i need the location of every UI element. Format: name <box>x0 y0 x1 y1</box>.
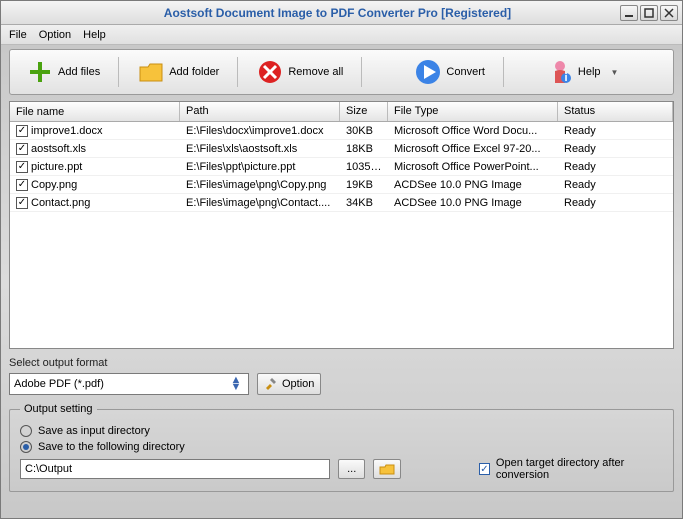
table-row[interactable]: ✓Copy.png E:\Files\image\png\Copy.png19KB… <box>10 176 673 194</box>
add-files-button[interactable]: Add files <box>16 54 110 90</box>
output-legend: Output setting <box>20 403 97 415</box>
save-as-input-label: Save as input directory <box>38 425 150 437</box>
cell-size: 19KB <box>340 178 388 192</box>
cell-name: Contact.png <box>31 197 90 209</box>
row-checkbox[interactable]: ✓ <box>16 143 28 155</box>
cell-type: Microsoft Office Excel 97-20... <box>388 142 558 156</box>
remove-all-button[interactable]: Remove all <box>246 54 353 90</box>
help-label: Help <box>578 66 601 78</box>
output-settings: Output setting Save as input directory S… <box>9 403 674 492</box>
cell-status: Ready <box>558 160 673 174</box>
cell-path: E:\Files\xls\aostsoft.xls <box>180 142 340 156</box>
svg-text:i: i <box>564 72 567 84</box>
table-row[interactable]: ✓picture.ppt E:\Files\ppt\picture.ppt1035… <box>10 158 673 176</box>
option-label: Option <box>282 378 314 390</box>
maximize-button[interactable] <box>640 5 658 21</box>
cell-name: picture.ppt <box>31 161 82 173</box>
output-path-input[interactable]: C:\Output <box>20 459 330 479</box>
row-checkbox[interactable]: ✓ <box>16 125 28 137</box>
convert-label: Convert <box>446 66 485 78</box>
row-checkbox[interactable]: ✓ <box>16 179 28 191</box>
menu-file[interactable]: File <box>9 29 27 41</box>
titlebar: Aostsoft Document Image to PDF Converter… <box>1 1 682 25</box>
open-folder-button[interactable] <box>373 459 400 479</box>
add-folder-label: Add folder <box>169 66 219 78</box>
col-header-name[interactable]: File name <box>10 102 180 121</box>
row-checkbox[interactable]: ✓ <box>16 161 28 173</box>
col-header-type[interactable]: File Type <box>388 102 558 121</box>
row-checkbox[interactable]: ✓ <box>16 197 28 209</box>
save-to-following-label: Save to the following directory <box>38 441 185 453</box>
remove-all-label: Remove all <box>288 66 343 78</box>
remove-icon <box>256 58 284 86</box>
open-target-label: Open target directory after conversion <box>496 457 663 481</box>
cell-type: Microsoft Office PowerPoint... <box>388 160 558 174</box>
stepper-icon: ▲▼ <box>228 377 244 391</box>
convert-icon <box>414 58 442 86</box>
menu-option[interactable]: Option <box>39 29 71 41</box>
cell-type: Microsoft Office Word Docu... <box>388 124 558 138</box>
cell-path: E:\Files\image\png\Copy.png <box>180 178 340 192</box>
chevron-down-icon: ▼ <box>611 68 619 77</box>
cell-size: 18KB <box>340 142 388 156</box>
tools-icon <box>264 376 278 393</box>
add-files-icon <box>26 58 54 86</box>
cell-name: aostsoft.xls <box>31 143 86 155</box>
table-row[interactable]: ✓improve1.docx E:\Files\docx\improve1.doc… <box>10 122 673 140</box>
close-button[interactable] <box>660 5 678 21</box>
cell-type: ACDSee 10.0 PNG Image <box>388 178 558 192</box>
cell-status: Ready <box>558 178 673 192</box>
add-folder-button[interactable]: Add folder <box>127 54 229 90</box>
add-files-label: Add files <box>58 66 100 78</box>
cell-path: E:\Files\image\png\Contact.... <box>180 196 340 210</box>
cell-name: Copy.png <box>31 179 77 191</box>
cell-status: Ready <box>558 196 673 210</box>
cell-size: 34KB <box>340 196 388 210</box>
option-button[interactable]: Option <box>257 373 321 395</box>
help-button[interactable]: i Help ▼ <box>536 54 629 90</box>
col-header-path[interactable]: Path <box>180 102 340 121</box>
cell-type: ACDSee 10.0 PNG Image <box>388 196 558 210</box>
menubar: File Option Help <box>1 25 682 45</box>
table-row[interactable]: ✓aostsoft.xls E:\Files\xls\aostsoft.xls18… <box>10 140 673 158</box>
convert-button[interactable]: Convert <box>404 54 495 90</box>
folder-icon <box>137 58 165 86</box>
cell-status: Ready <box>558 124 673 138</box>
col-header-size[interactable]: Size <box>340 102 388 121</box>
cell-name: improve1.docx <box>31 125 103 137</box>
window-title: Aostsoft Document Image to PDF Converter… <box>55 6 620 20</box>
table-row[interactable]: ✓Contact.png E:\Files\image\png\Contact..… <box>10 194 673 212</box>
minimize-button[interactable] <box>620 5 638 21</box>
cell-size: 1035KB <box>340 160 388 174</box>
browse-button[interactable]: ... <box>338 459 365 479</box>
format-selected: Adobe PDF (*.pdf) <box>14 378 104 390</box>
cell-status: Ready <box>558 142 673 156</box>
col-header-status[interactable]: Status <box>558 102 673 121</box>
cell-path: E:\Files\docx\improve1.docx <box>180 124 340 138</box>
menu-help[interactable]: Help <box>83 29 106 41</box>
open-target-checkbox[interactable]: ✓ <box>479 463 490 475</box>
format-select[interactable]: Adobe PDF (*.pdf) ▲▼ <box>9 373 249 395</box>
help-icon: i <box>546 58 574 86</box>
toolbar: Add files Add folder Remove all Convert … <box>9 49 674 95</box>
radio-save-as-input[interactable] <box>20 425 32 437</box>
radio-save-to-following[interactable] <box>20 441 32 453</box>
file-table: File name Path Size File Type Status ✓im… <box>9 101 674 349</box>
cell-path: E:\Files\ppt\picture.ppt <box>180 160 340 174</box>
format-label: Select output format <box>9 357 674 369</box>
cell-size: 30KB <box>340 124 388 138</box>
